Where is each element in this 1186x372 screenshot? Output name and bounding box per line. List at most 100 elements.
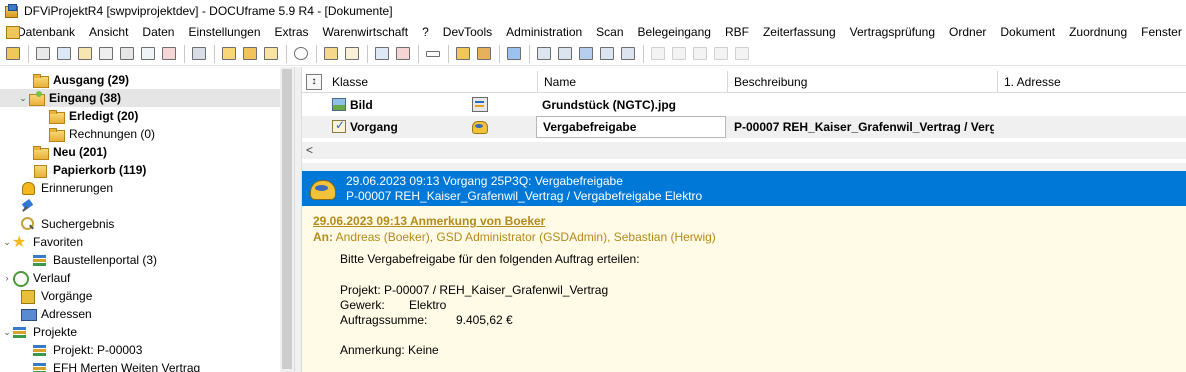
tree-item-projekte[interactable]: ⌄ Projekte	[0, 323, 280, 341]
tree-item-label: Suchergebnis	[41, 217, 115, 231]
menu-warenwirtschaft[interactable]: Warenwirtschaft	[316, 25, 416, 39]
tree-item-projekt-p00003[interactable]: Projekt: P-00003	[0, 341, 280, 359]
table-row-selected[interactable]: Vorgang Vergabefreigabe P-00007 REH_Kais…	[302, 116, 1186, 138]
tree-item-erledigt[interactable]: Erledigt (20)	[0, 107, 280, 125]
new-document-icon[interactable]	[322, 45, 340, 63]
tree-scrollbar-thumb[interactable]	[282, 69, 292, 369]
star-icon	[12, 232, 28, 252]
tree-item-neu[interactable]: Neu (201)	[0, 143, 280, 161]
archive-link-icon[interactable]	[619, 45, 637, 63]
chevron-right-icon[interactable]: ›	[2, 273, 12, 283]
table-row[interactable]: Bild Grundstück (NGTC).jpg	[302, 94, 1186, 116]
document-list-icon[interactable]	[97, 45, 115, 63]
copy-document-icon[interactable]	[343, 45, 361, 63]
tree-item-vorgaenge[interactable]: Vorgänge	[0, 287, 280, 305]
archive-icon[interactable]	[535, 45, 553, 63]
tree-item-efh-merten[interactable]: EFH Merten Weiten Vertrag	[0, 359, 280, 372]
pane-splitter[interactable]	[294, 67, 302, 372]
group-icon[interactable]	[475, 45, 493, 63]
menu-administration[interactable]: Administration	[499, 25, 589, 39]
column-header-klasse[interactable]: Klasse	[326, 71, 538, 93]
scan-icon[interactable]	[373, 45, 391, 63]
grid-divider[interactable]	[302, 163, 1186, 171]
tree-item-rechnungen[interactable]: Rechnungen (0)	[0, 125, 280, 143]
menu-rbf[interactable]: RBF	[718, 25, 756, 39]
users-icon[interactable]	[454, 45, 472, 63]
tree-item-verlauf[interactable]: › Verlauf	[0, 269, 280, 287]
scroll-left-icon[interactable]: <	[306, 143, 313, 157]
message-gewerk-label: Gewerk:	[340, 298, 385, 312]
menu-devtools[interactable]: DevTools	[436, 25, 499, 39]
print-icon[interactable]	[34, 45, 52, 63]
tree-item-baustellenportal[interactable]: Baustellenportal (3)	[0, 251, 280, 269]
chevron-down-icon[interactable]: ⌄	[2, 237, 12, 248]
tree-item-pinned[interactable]	[0, 197, 280, 215]
menu-einstellungen[interactable]: Einstellungen	[181, 25, 267, 39]
detail-header: 29.06.2023 09:13 Vorgang 25P3Q: Vergabef…	[302, 171, 1186, 206]
archive-blue-icon[interactable]	[577, 45, 595, 63]
menu-dokument[interactable]: Dokument	[993, 25, 1062, 39]
menu-fenster[interactable]: Fenster	[1134, 25, 1186, 39]
grid-horizontal-scrollbar[interactable]: <	[302, 142, 1186, 159]
chevron-down-icon[interactable]: ⌄	[18, 93, 28, 104]
tree-item-erinnerungen[interactable]: Erinnerungen	[0, 179, 280, 197]
menu-zeiterfassung[interactable]: Zeiterfassung	[756, 25, 843, 39]
tree-item-suchergebnis[interactable]: Suchergebnis	[0, 215, 280, 233]
detail-header-subtitle: P-00007 REH_Kaiser_Grafenwil_Vertrag / V…	[346, 189, 703, 203]
tree-item-favoriten[interactable]: ⌄ Favoriten	[0, 232, 280, 252]
tree-item-eingang[interactable]: ⌄ Eingang (38)	[0, 89, 280, 107]
tree-item-adressen[interactable]: Adressen	[0, 305, 280, 323]
cell-beschreibung	[728, 94, 996, 116]
column-header-name[interactable]: Name	[538, 71, 728, 93]
menu-zuordnung[interactable]: Zuordnung	[1062, 25, 1134, 39]
tree-item-label: Erinnerungen	[41, 181, 114, 195]
menu-scan[interactable]: Scan	[589, 25, 630, 39]
address-card-icon[interactable]	[55, 45, 73, 63]
menu-ansicht[interactable]: Ansicht	[82, 25, 135, 39]
archive-check-icon[interactable]	[598, 45, 616, 63]
notes-icon[interactable]	[139, 45, 157, 63]
move-folder-icon[interactable]	[262, 45, 280, 63]
tree-item-ausgang[interactable]: Ausgang (29)	[0, 71, 280, 89]
glasses-icon[interactable]	[424, 45, 442, 63]
archive-list-icon[interactable]	[556, 45, 574, 63]
message-summe-value: 9.405,62 €	[456, 313, 513, 327]
menu-extras[interactable]: Extras	[268, 25, 316, 39]
open-folder-icon[interactable]	[241, 45, 259, 63]
folder-icon	[32, 145, 49, 160]
note-title-link[interactable]: 29.06.2023 09:13 Anmerkung von Boeker	[313, 214, 545, 228]
tree-item-label: Favoriten	[33, 235, 84, 249]
trash-icon	[32, 163, 48, 178]
toolbar-separator	[448, 44, 449, 63]
disabled-archive-list-icon	[670, 45, 688, 63]
pin-icon	[20, 199, 36, 213]
chevron-down-icon[interactable]: ⌄	[2, 327, 12, 338]
menu-belegeingang[interactable]: Belegeingang	[631, 25, 718, 39]
column-header-beschreibung[interactable]: Beschreibung	[728, 71, 998, 93]
menu-help[interactable]: ?	[415, 25, 436, 39]
cell-adresse	[998, 94, 1186, 116]
calendar-icon[interactable]	[160, 45, 178, 63]
column-header-adresse[interactable]: 1. Adresse	[998, 71, 1186, 93]
menu-vertragspruefung[interactable]: Vertragsprüfung	[843, 25, 942, 39]
new-folder-icon[interactable]	[220, 45, 238, 63]
toolbar-separator	[286, 44, 287, 63]
menu-daten[interactable]: Daten	[135, 25, 181, 39]
menu-ordner[interactable]: Ordner	[942, 25, 993, 39]
inbox-icon	[28, 91, 45, 106]
menu-datenbank[interactable]: Datenbank	[10, 25, 82, 39]
user-icon[interactable]	[4, 45, 22, 63]
folder-icon	[48, 127, 65, 142]
delete-document-icon[interactable]	[394, 45, 412, 63]
tree-item-papierkorb[interactable]: Papierkorb (119)	[0, 161, 280, 179]
list-icon[interactable]	[76, 45, 94, 63]
sort-icon[interactable]: ↕	[306, 74, 322, 90]
toolbar-separator	[184, 44, 185, 63]
phone-icon[interactable]	[190, 45, 208, 63]
tree-scrollbar[interactable]	[280, 67, 294, 372]
cell-name-editor[interactable]: Vergabefreigabe	[536, 116, 726, 138]
app-icon	[4, 4, 18, 18]
tag-icon[interactable]	[118, 45, 136, 63]
search-icon[interactable]	[292, 45, 310, 63]
pin-icon[interactable]	[505, 45, 523, 63]
